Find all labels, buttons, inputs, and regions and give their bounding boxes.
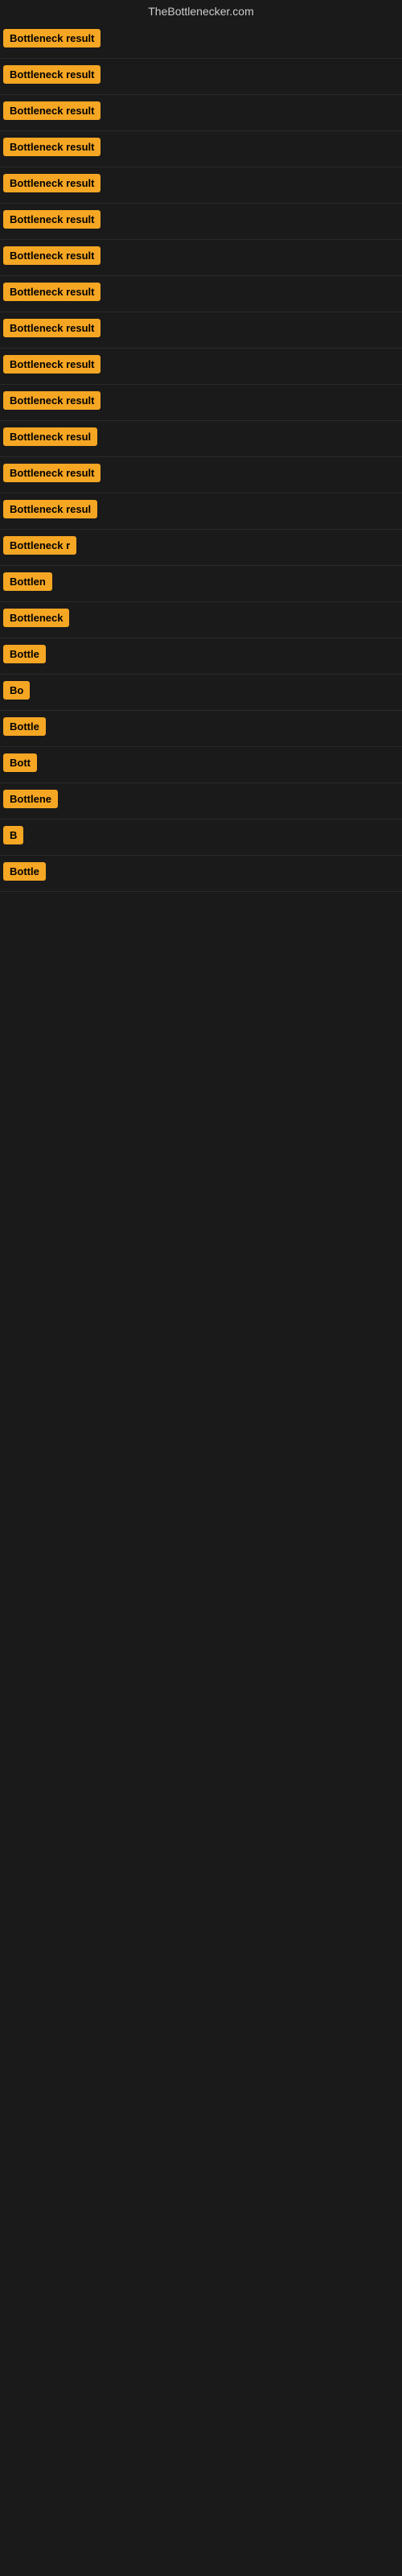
bottleneck-badge[interactable]: Bottleneck result (3, 319, 100, 337)
bottleneck-badge[interactable]: B (3, 826, 23, 844)
bottleneck-badge[interactable]: Bottle (3, 717, 46, 736)
bottleneck-badge[interactable]: Bottleneck result (3, 65, 100, 84)
result-row: Bottleneck result (0, 131, 402, 167)
result-row: Bottleneck (0, 602, 402, 638)
result-row: Bott (0, 747, 402, 783)
bottleneck-badge[interactable]: Bottlen (3, 572, 52, 591)
result-row: Bottleneck result (0, 312, 402, 349)
bottleneck-badge[interactable]: Bottleneck result (3, 355, 100, 374)
result-row: Bottleneck result (0, 385, 402, 421)
result-row: Bottlen (0, 566, 402, 602)
result-row: Bo (0, 675, 402, 711)
result-row: Bottleneck resul (0, 493, 402, 530)
bottleneck-badge[interactable]: Bottleneck r (3, 536, 76, 555)
result-row: Bottleneck result (0, 240, 402, 276)
result-row: Bottleneck result (0, 204, 402, 240)
bottleneck-badge[interactable]: Bottleneck result (3, 138, 100, 156)
result-row: Bottleneck result (0, 23, 402, 59)
result-row: Bottleneck result (0, 59, 402, 95)
result-row: Bottleneck r (0, 530, 402, 566)
result-row: Bottleneck result (0, 457, 402, 493)
bottleneck-badge[interactable]: Bott (3, 753, 37, 772)
bottleneck-badge[interactable]: Bottleneck result (3, 101, 100, 120)
bottleneck-badge[interactable]: Bottleneck result (3, 210, 100, 229)
bottleneck-badge[interactable]: Bottlene (3, 790, 58, 808)
bottleneck-badge[interactable]: Bottleneck result (3, 246, 100, 265)
bottleneck-badge[interactable]: Bottle (3, 862, 46, 881)
result-row: Bottleneck resul (0, 421, 402, 457)
result-row: Bottle (0, 638, 402, 675)
bottleneck-badge[interactable]: Bottleneck result (3, 283, 100, 301)
bottleneck-badge[interactable]: Bottleneck resul (3, 500, 97, 518)
bottleneck-badge[interactable]: Bottle (3, 645, 46, 663)
result-row: Bottlene (0, 783, 402, 819)
site-title: TheBottlenecker.com (0, 0, 402, 23)
result-row: Bottleneck result (0, 276, 402, 312)
bottleneck-badge[interactable]: Bo (3, 681, 30, 700)
bottleneck-badge[interactable]: Bottleneck (3, 609, 69, 627)
result-row: Bottle (0, 711, 402, 747)
bottleneck-badge[interactable]: Bottleneck result (3, 464, 100, 482)
result-row: Bottleneck result (0, 167, 402, 204)
bottleneck-badge[interactable]: Bottleneck result (3, 174, 100, 192)
result-row: B (0, 819, 402, 856)
result-row: Bottleneck result (0, 349, 402, 385)
bottleneck-badge[interactable]: Bottleneck resul (3, 427, 97, 446)
bottleneck-badge[interactable]: Bottleneck result (3, 29, 100, 47)
bottleneck-badge[interactable]: Bottleneck result (3, 391, 100, 410)
result-row: Bottleneck result (0, 95, 402, 131)
result-row: Bottle (0, 856, 402, 892)
